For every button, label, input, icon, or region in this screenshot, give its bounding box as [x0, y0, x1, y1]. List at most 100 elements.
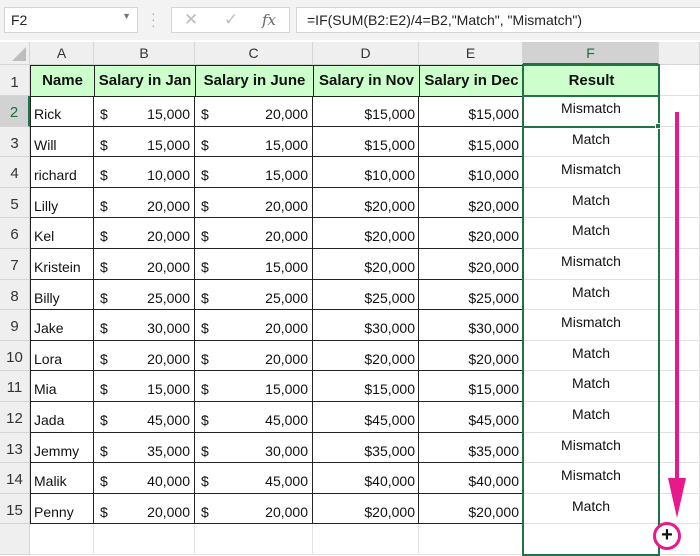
cell-salary-dec[interactable]: $20,000: [419, 218, 523, 249]
cell-salary-dec[interactable]: $20,000: [419, 340, 523, 372]
cell-salary-june[interactable]: $20,000: [195, 96, 313, 127]
cell-salary-jan[interactable]: $40,000: [94, 463, 195, 494]
empty-cell[interactable]: [30, 524, 94, 555]
cell-salary-nov[interactable]: $15,000: [313, 126, 419, 158]
cancel-icon[interactable]: ✕: [184, 10, 198, 30]
cell-salary-dec[interactable]: $20,000: [419, 249, 523, 280]
row-header[interactable]: 6: [0, 218, 30, 249]
row-header[interactable]: 9: [0, 310, 30, 341]
cell-name[interactable]: Lilly: [30, 187, 94, 219]
cell-result[interactable]: Mismatch: [523, 96, 659, 127]
row-header[interactable]: [0, 524, 30, 555]
header-cell[interactable]: Salary in Jan: [94, 65, 196, 97]
enter-icon[interactable]: ✓: [224, 10, 238, 30]
row-header[interactable]: 3: [0, 126, 30, 158]
cell-salary-june[interactable]: $15,000: [195, 249, 313, 280]
empty-cell[interactable]: [419, 524, 523, 555]
cell-salary-dec[interactable]: $10,000: [419, 157, 523, 188]
cell-name[interactable]: Penny: [30, 493, 94, 525]
cell-result[interactable]: Mismatch: [523, 433, 659, 464]
cell-result[interactable]: Match: [523, 341, 659, 372]
column-header-c[interactable]: C: [195, 42, 313, 65]
row-header[interactable]: 11: [0, 371, 30, 402]
cell-result[interactable]: Mismatch: [523, 249, 659, 280]
row-header[interactable]: 4: [0, 157, 30, 188]
empty-cell[interactable]: [94, 524, 195, 555]
cell-salary-dec[interactable]: $40,000: [419, 463, 523, 494]
empty-cell[interactable]: [659, 218, 700, 249]
cell-salary-nov[interactable]: $15,000: [313, 96, 419, 127]
cell-salary-june[interactable]: $20,000: [195, 493, 313, 525]
cell-result[interactable]: Mismatch: [523, 310, 659, 341]
column-header-d[interactable]: D: [313, 42, 419, 65]
cell-salary-nov[interactable]: $20,000: [313, 187, 419, 219]
cell-salary-dec[interactable]: $20,000: [419, 187, 523, 219]
cell-salary-june[interactable]: $45,000: [195, 402, 313, 433]
cell-salary-dec[interactable]: $45,000: [419, 402, 523, 433]
cell-name[interactable]: Billy: [30, 279, 94, 311]
cell-salary-nov[interactable]: $40,000: [313, 463, 419, 494]
cell-salary-jan[interactable]: $15,000: [94, 126, 195, 158]
header-cell[interactable]: Name: [30, 65, 95, 97]
row-header[interactable]: 10: [0, 340, 30, 372]
cell-result[interactable]: Match: [523, 402, 659, 433]
cell-salary-june[interactable]: $25,000: [195, 279, 313, 311]
cell-salary-jan[interactable]: $35,000: [94, 432, 195, 464]
cell-salary-june[interactable]: $20,000: [195, 310, 313, 341]
cell-salary-jan[interactable]: $20,000: [94, 249, 195, 280]
row-header[interactable]: 12: [0, 402, 30, 433]
empty-cell[interactable]: [659, 157, 700, 188]
cell-salary-dec[interactable]: $35,000: [419, 432, 523, 464]
empty-cell[interactable]: [659, 279, 700, 311]
row-header[interactable]: 1: [0, 65, 30, 96]
cell-name[interactable]: Lora: [30, 340, 94, 372]
cell-result[interactable]: Mismatch: [523, 463, 659, 494]
empty-cell[interactable]: [523, 524, 659, 555]
cell-salary-nov[interactable]: $45,000: [313, 402, 419, 433]
header-cell[interactable]: Result: [523, 65, 660, 97]
cell-salary-nov[interactable]: $20,000: [313, 340, 419, 372]
cell-result[interactable]: Match: [523, 127, 659, 158]
cell-salary-dec[interactable]: $15,000: [419, 126, 523, 158]
cell-result[interactable]: Mismatch: [523, 157, 659, 188]
cell-name[interactable]: Jemmy: [30, 432, 94, 464]
cell-salary-nov[interactable]: $35,000: [313, 432, 419, 464]
cell-salary-dec[interactable]: $30,000: [419, 310, 523, 341]
cell-name[interactable]: Mia: [30, 371, 94, 402]
row-header[interactable]: 5: [0, 187, 30, 219]
empty-cell[interactable]: [659, 340, 700, 372]
cell-salary-dec[interactable]: $20,000: [419, 493, 523, 525]
cell-salary-jan[interactable]: $45,000: [94, 402, 195, 433]
cell-salary-jan[interactable]: $15,000: [94, 96, 195, 127]
empty-cell[interactable]: [195, 524, 313, 555]
column-header-g[interactable]: [659, 42, 700, 65]
cell-salary-june[interactable]: $15,000: [195, 157, 313, 188]
header-cell[interactable]: Salary in Dec: [419, 65, 524, 97]
empty-cell[interactable]: [659, 126, 700, 158]
cell-name[interactable]: Will: [30, 126, 94, 158]
drag-handle-icon[interactable]: · · ·: [151, 6, 156, 32]
row-header[interactable]: 7: [0, 249, 30, 280]
cell-salary-nov[interactable]: $20,000: [313, 249, 419, 280]
header-cell[interactable]: Salary in June: [195, 65, 314, 97]
cell-salary-june[interactable]: $15,000: [195, 371, 313, 402]
cell-salary-june[interactable]: $45,000: [195, 463, 313, 494]
empty-cell[interactable]: [659, 432, 700, 464]
fill-handle[interactable]: [655, 122, 661, 129]
cell-salary-june[interactable]: $20,000: [195, 187, 313, 219]
cell-salary-jan[interactable]: $20,000: [94, 493, 195, 525]
cell-salary-dec[interactable]: $25,000: [419, 279, 523, 311]
cell-salary-dec[interactable]: $15,000: [419, 371, 523, 402]
cell-salary-jan[interactable]: $20,000: [94, 340, 195, 372]
cell-result[interactable]: Match: [523, 494, 659, 525]
cell-salary-jan[interactable]: $15,000: [94, 371, 195, 402]
row-header[interactable]: 2: [0, 96, 30, 127]
row-header[interactable]: 8: [0, 279, 30, 311]
cell-salary-nov[interactable]: $20,000: [313, 218, 419, 249]
cell-salary-jan[interactable]: $25,000: [94, 279, 195, 311]
column-header-b[interactable]: B: [94, 42, 195, 65]
cell-salary-june[interactable]: $15,000: [195, 126, 313, 158]
cell-salary-nov[interactable]: $15,000: [313, 371, 419, 402]
cell-name[interactable]: Jada: [30, 402, 94, 433]
cell-salary-june[interactable]: $20,000: [195, 218, 313, 249]
